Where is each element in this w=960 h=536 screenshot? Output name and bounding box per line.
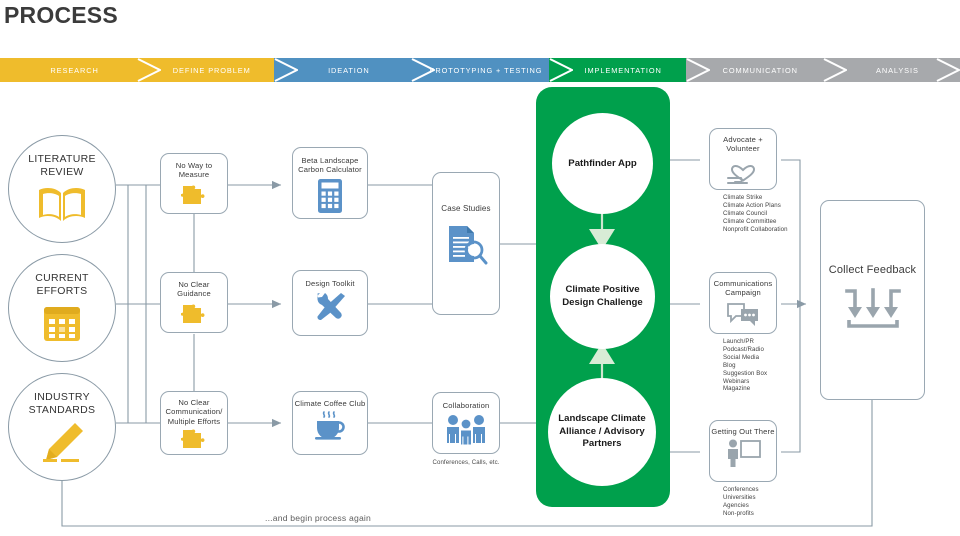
chevron-right-icon (137, 58, 162, 82)
list-item: Nonprofit Collaboration (723, 225, 788, 233)
coffee-cup-icon (315, 411, 345, 441)
list-item: Climate Strike (723, 194, 763, 201)
list-item: Blog (723, 361, 736, 369)
list-item: Magazine (723, 385, 751, 393)
collaboration-caption: Conferences, Calls, etc. (432, 459, 500, 466)
presenter-icon (728, 439, 761, 468)
process-diagram: PROCESS RESEARCH DEFINE PROBLEM IDEATION PR… (0, 0, 960, 536)
chevron-right-icon (274, 58, 299, 82)
phase-label: COMMUNICATION (722, 65, 798, 75)
puzzle-piece-icon (181, 429, 205, 449)
phase-label: IDEATION (328, 65, 370, 75)
list-item: Agencies (723, 501, 749, 509)
list-item: Podcast/Radio (723, 345, 764, 353)
problem-box-no-clear-guidance[interactable]: No Clear Guidance (160, 272, 228, 333)
implementation-node-pathfinder-app[interactable]: Pathfinder App (552, 113, 653, 214)
comm-box-getting-out-there[interactable]: Getting Out There (709, 420, 777, 482)
comm-box-label: Getting Out There (711, 427, 775, 436)
collaboration-label: Collaboration (442, 401, 490, 410)
phase-label: IMPLEMENTATION (584, 65, 662, 75)
input-circle-industry-standards[interactable]: INDUSTRY STANDARDS (8, 373, 116, 481)
loop-label: ...and begin process again (265, 513, 372, 523)
wrench-screwdriver-icon (317, 293, 345, 321)
problem-box-label: No Clear Communication/ Multiple Efforts (165, 398, 223, 426)
calendar-icon (44, 307, 80, 341)
comm-box-label: Communications Campaign (713, 279, 773, 298)
implementation-node-label: Climate Positive Design Challenge (562, 284, 643, 308)
chevron-right-icon (936, 58, 960, 82)
input-circle-label: INDUSTRY STANDARDS (28, 391, 96, 416)
chevron-right-icon (549, 58, 573, 82)
implementation-node-design-challenge[interactable]: Climate Positive Design Challenge (550, 244, 655, 349)
phase-label: ANALYSIS (876, 65, 919, 75)
phase-label: PROTOTYPING + TESTING (429, 65, 543, 75)
people-group-icon (447, 415, 485, 445)
comm-list-advocate-volunteer: Climate Strike Climate Action Plans Clim… (723, 194, 788, 234)
collect-feedback-label: Collect Feedback (828, 264, 917, 276)
list-item: Climate Action Plans (723, 201, 781, 209)
tool-box-carbon-calculator[interactable]: Beta Landscape Carbon Calculator (292, 147, 368, 219)
pencil-icon (43, 423, 83, 462)
tool-box-label: Climate Coffee Club (294, 399, 366, 408)
implementation-node-alliance-partners[interactable]: Landscape Climate Alliance / Advisory Pa… (548, 378, 656, 486)
tool-box-design-toolkit[interactable]: Design Toolkit (292, 270, 368, 336)
list-item: Suggestion Box (723, 369, 768, 377)
list-item: Climate Committee (723, 217, 777, 225)
collaboration-box[interactable]: Collaboration (432, 392, 500, 454)
list-item: Climate Council (723, 209, 768, 217)
tool-box-climate-coffee-club[interactable]: Climate Coffee Club (292, 391, 368, 455)
list-item: Conferences (723, 486, 759, 493)
comm-box-label: Advocate + Volunteer (723, 135, 763, 154)
input-circle-label: LITERATURE REVIEW (28, 153, 96, 178)
list-item: Social Media (723, 353, 760, 361)
speech-bubbles-icon (727, 302, 758, 326)
list-item: Universities (723, 493, 756, 501)
puzzle-piece-icon (181, 304, 205, 323)
problem-box-label: No Clear Guidance (177, 280, 211, 299)
implementation-node-label: Pathfinder App (568, 157, 637, 169)
heart-in-hand-icon (727, 164, 756, 184)
document-magnifier-icon (449, 226, 488, 265)
problem-box-label: No Way to Measure (175, 161, 213, 180)
download-arrows-icon (844, 288, 901, 328)
input-circle-current-efforts[interactable]: CURRENT EFFORTS (8, 254, 116, 362)
problem-box-no-way-to-measure[interactable]: No Way to Measure (160, 153, 228, 214)
comm-box-advocate-volunteer[interactable]: Advocate + Volunteer (709, 128, 777, 190)
case-studies-label: Case Studies (441, 204, 491, 213)
input-circle-literature-review[interactable]: LITERATURE REVIEW (8, 135, 116, 243)
open-book-icon (39, 188, 85, 221)
tool-box-label: Beta Landscape Carbon Calculator (298, 156, 362, 175)
list-item: Launch/PR (723, 338, 755, 345)
implementation-node-label: Landscape Climate Alliance / Advisory Pa… (558, 413, 646, 450)
phase-label: DEFINE PROBLEM (172, 65, 251, 75)
phase-label: RESEARCH (50, 65, 99, 75)
list-item: Non-profits (723, 509, 754, 517)
problem-box-no-clear-communication[interactable]: No Clear Communication/ Multiple Efforts (160, 391, 228, 455)
chevron-right-icon (686, 58, 710, 82)
tool-box-label: Design Toolkit (305, 279, 355, 288)
case-studies-box[interactable]: Case Studies (432, 172, 500, 315)
chevron-right-icon (823, 58, 847, 82)
collect-feedback-box[interactable]: Collect Feedback (820, 200, 925, 400)
comm-box-communications-campaign[interactable]: Communications Campaign (709, 272, 777, 334)
comm-list-communications-campaign: Launch/PR Podcast/Radio Social Media Blo… (723, 338, 767, 393)
input-circle-label: CURRENT EFFORTS (35, 272, 89, 297)
list-item: Webinars (723, 377, 750, 385)
calculator-icon (318, 178, 342, 213)
comm-list-getting-out-there: Conferences Universities Agencies Non-pr… (723, 486, 759, 518)
puzzle-piece-icon (181, 185, 205, 204)
